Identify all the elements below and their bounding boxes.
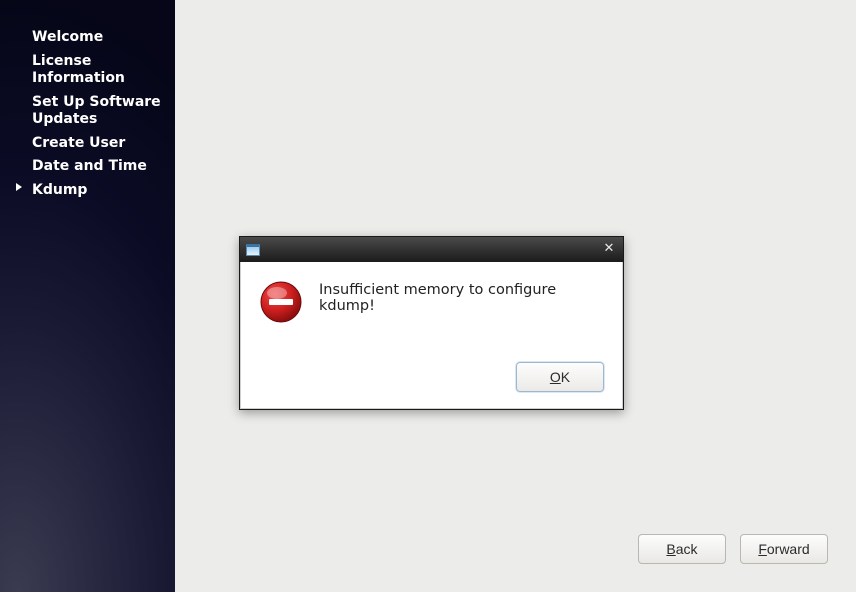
sidebar-item-date-time[interactable]: Date and Time: [14, 155, 165, 179]
forward-button[interactable]: Forward: [740, 534, 828, 564]
label-rest: orward: [767, 541, 810, 557]
ok-button[interactable]: OK: [516, 362, 604, 392]
label-rest: K: [561, 369, 570, 385]
dialog-content-row: Insufficient memory to configure kdump!: [259, 280, 604, 324]
back-button[interactable]: Back: [638, 534, 726, 564]
error-icon: [259, 280, 303, 324]
error-dialog: ✕ Insufficient memory to: [239, 236, 624, 410]
mnemonic: B: [666, 541, 675, 557]
sidebar-item-label: Kdump: [32, 182, 87, 198]
dialog-titlebar[interactable]: ✕: [240, 237, 623, 262]
sidebar-item-label: License Information: [32, 53, 125, 87]
window-icon: [246, 244, 260, 256]
sidebar-item-license[interactable]: License Information: [14, 50, 165, 91]
sidebar-item-kdump[interactable]: Kdump: [14, 179, 165, 203]
label-rest: ack: [676, 541, 698, 557]
sidebar-item-welcome[interactable]: Welcome: [14, 26, 165, 50]
close-icon[interactable]: ✕: [601, 241, 617, 257]
sidebar-item-updates[interactable]: Set Up Software Updates: [14, 91, 165, 132]
mnemonic: O: [550, 369, 561, 385]
dialog-message: Insufficient memory to configure kdump!: [319, 280, 604, 314]
sidebar-item-label: Create User: [32, 135, 125, 151]
wizard-footer: Back Forward: [638, 534, 828, 564]
sidebar-item-label: Set Up Software Updates: [32, 94, 161, 128]
sidebar-item-label: Welcome: [32, 29, 103, 45]
current-step-marker: [16, 183, 22, 191]
wizard-sidebar: Welcome License Information Set Up Softw…: [0, 0, 175, 592]
sidebar-item-create-user[interactable]: Create User: [14, 132, 165, 156]
mnemonic: F: [758, 541, 767, 557]
dialog-body: Insufficient memory to configure kdump! …: [240, 262, 623, 409]
dialog-actions: OK: [259, 362, 604, 392]
sidebar-item-label: Date and Time: [32, 158, 147, 174]
